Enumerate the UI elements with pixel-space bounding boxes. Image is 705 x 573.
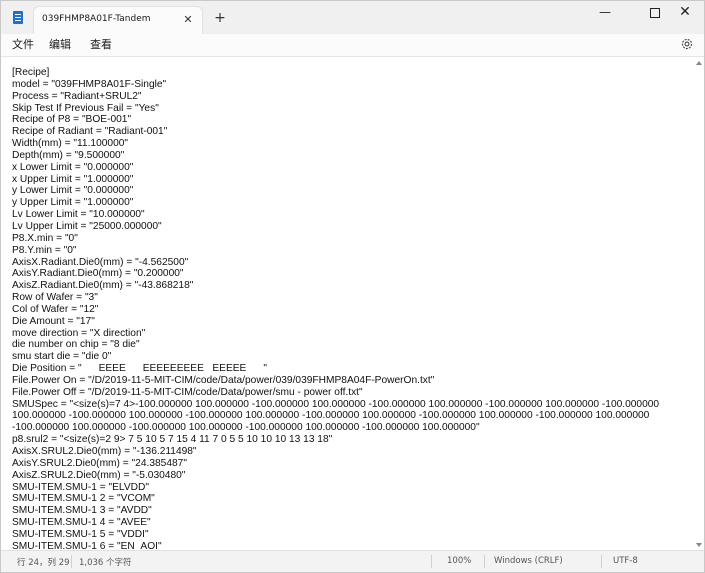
scroll-up-icon[interactable] xyxy=(696,61,702,65)
status-bar: 行 24，列 29 1,036 个字符 100% Windows (CRLF) … xyxy=(1,550,704,572)
scroll-down-icon[interactable] xyxy=(696,543,702,547)
text-editor[interactable]: [Recipe] model = "039FHMP8A01F-Single" P… xyxy=(1,56,704,551)
vertical-scrollbar[interactable] xyxy=(694,57,704,551)
status-divider xyxy=(431,555,432,568)
close-window-button[interactable]: ✕ xyxy=(665,1,704,25)
notepad-icon xyxy=(13,11,23,24)
menu-file[interactable]: 文件 xyxy=(12,36,34,52)
notepad-window: 039FHMP8A01F-Tandem ✕ + — ✕ 文件 编辑 查看 [Re… xyxy=(0,0,705,573)
menu-edit[interactable]: 编辑 xyxy=(49,36,71,52)
status-divider xyxy=(71,555,72,568)
zoom-level: 100% xyxy=(447,556,472,566)
title-bar[interactable]: 039FHMP8A01F-Tandem ✕ + — ✕ xyxy=(1,1,704,35)
cursor-position: 行 24，列 29 xyxy=(17,558,70,568)
menu-bar: 文件 编辑 查看 xyxy=(1,34,704,56)
line-ending: Windows (CRLF) xyxy=(494,556,563,566)
document-text[interactable]: [Recipe] model = "039FHMP8A01F-Single" P… xyxy=(12,67,688,551)
menu-view[interactable]: 查看 xyxy=(90,36,112,52)
maximize-icon xyxy=(650,7,660,18)
gear-icon[interactable] xyxy=(680,37,694,51)
status-divider xyxy=(601,555,602,568)
close-tab-icon[interactable]: ✕ xyxy=(180,12,196,28)
new-tab-button[interactable]: + xyxy=(211,9,229,27)
status-divider xyxy=(484,555,485,568)
tab-document[interactable]: 039FHMP8A01F-Tandem ✕ xyxy=(33,6,203,35)
encoding: UTF-8 xyxy=(613,556,638,566)
character-count: 1,036 个字符 xyxy=(79,558,132,568)
minimize-button[interactable]: — xyxy=(585,1,625,25)
tab-title: 039FHMP8A01F-Tandem xyxy=(42,14,151,24)
